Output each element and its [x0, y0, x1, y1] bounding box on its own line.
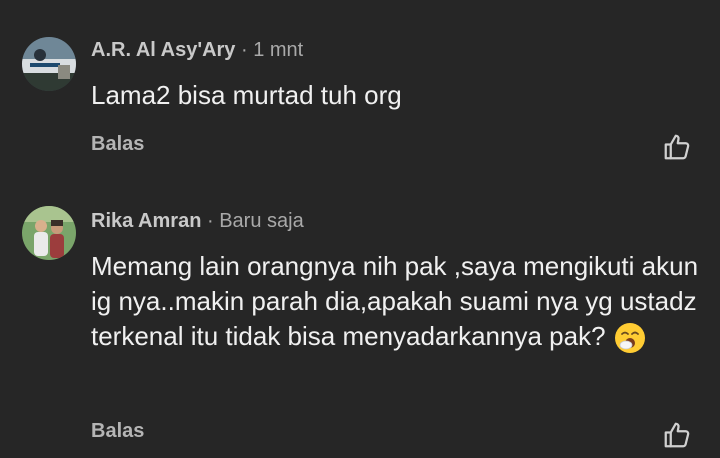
- like-button[interactable]: [662, 132, 692, 162]
- comment-meta: Rika Amran · Baru saja: [91, 210, 304, 233]
- thumbs-up-icon: [664, 134, 690, 160]
- avatar[interactable]: [22, 206, 76, 260]
- profile-photo-icon: [22, 206, 76, 260]
- comment-text: Memang lain orangnya nih pak ,saya mengi…: [91, 251, 699, 351]
- timestamp: Baru saja: [219, 210, 304, 232]
- timestamp: 1 mnt: [253, 39, 304, 61]
- author-name[interactable]: A.R. Al Asy'Ary: [91, 39, 235, 61]
- profile-photo-icon: [22, 37, 76, 91]
- meta-separator: ·: [201, 210, 220, 232]
- comment-1: A.R. Al Asy'Ary · 1 mnt Lama2 bisa murta…: [0, 0, 720, 180]
- like-button[interactable]: [662, 420, 692, 450]
- reply-button[interactable]: Balas: [91, 420, 144, 443]
- comment-2: Rika Amran · Baru saja Memang lain orang…: [0, 180, 720, 458]
- yawning-face-emoji: [614, 322, 646, 354]
- thumbs-up-icon: [664, 422, 690, 448]
- comment-body: Memang lain orangnya nih pak ,saya mengi…: [91, 249, 701, 354]
- comment-meta: A.R. Al Asy'Ary · 1 mnt: [91, 39, 303, 62]
- reply-button[interactable]: Balas: [91, 133, 144, 156]
- meta-separator: ·: [235, 39, 254, 61]
- author-name[interactable]: Rika Amran: [91, 210, 201, 232]
- avatar[interactable]: [22, 37, 76, 91]
- yawning-face-icon: [614, 323, 645, 354]
- comment-text: Lama2 bisa murtad tuh org: [91, 80, 402, 110]
